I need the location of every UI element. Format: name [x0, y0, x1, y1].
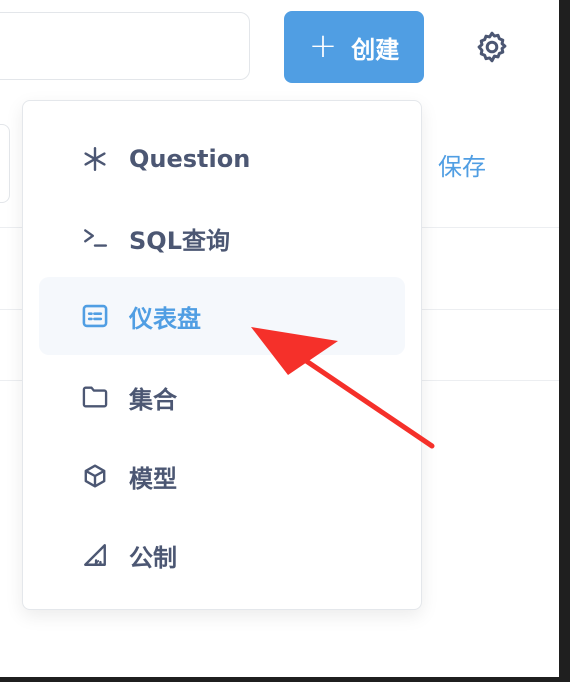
menu-item-metric[interactable]: 公制	[39, 516, 405, 594]
window-edge	[559, 0, 570, 682]
cube-icon	[81, 462, 109, 490]
asterisk-icon	[81, 145, 109, 173]
create-button[interactable]: + 创建	[284, 11, 424, 83]
window-edge	[0, 677, 570, 682]
plus-icon: +	[308, 25, 338, 66]
menu-item-label: SQL查询	[129, 226, 230, 255]
menu-item-sql-query[interactable]: SQL查询	[39, 199, 405, 277]
create-button-label: 创建	[351, 35, 400, 64]
menu-item-label: 集合	[129, 385, 177, 414]
menu-item-label: 仪表盘	[129, 304, 201, 333]
ruler-triangle-icon	[81, 541, 109, 569]
gear-icon[interactable]	[474, 29, 510, 65]
toolbar-control[interactable]	[0, 124, 10, 203]
folder-icon	[81, 383, 109, 411]
search-input[interactable]	[0, 12, 250, 80]
menu-item-question[interactable]: Question	[39, 120, 405, 198]
terminal-icon	[81, 224, 109, 252]
page: + 创建 保存 Question SQL查询 仪表盘 集合 模型 公制	[0, 0, 559, 682]
dashboard-icon	[81, 302, 109, 330]
menu-item-label: Question	[129, 145, 251, 173]
menu-item-model[interactable]: 模型	[39, 437, 405, 515]
menu-item-label: 公制	[129, 543, 177, 572]
menu-item-dashboard[interactable]: 仪表盘	[39, 277, 405, 355]
menu-item-collection[interactable]: 集合	[39, 358, 405, 436]
menu-item-label: 模型	[129, 464, 177, 493]
save-button[interactable]: 保存	[438, 147, 486, 182]
new-item-menu: Question SQL查询 仪表盘 集合 模型 公制	[22, 100, 422, 610]
